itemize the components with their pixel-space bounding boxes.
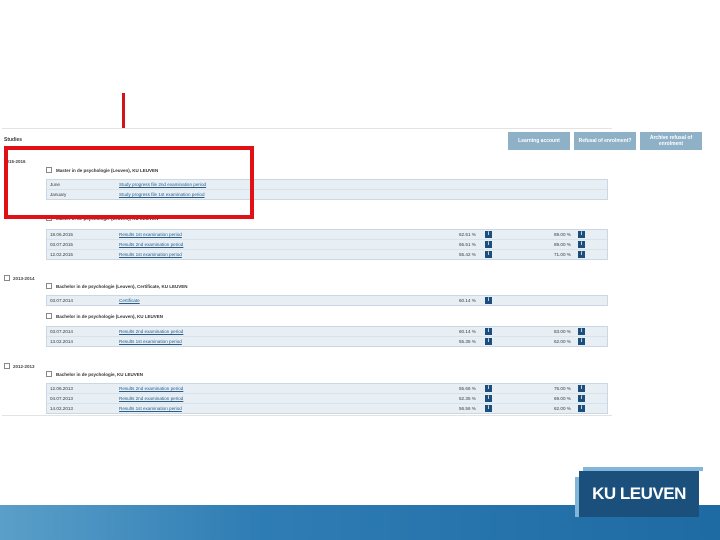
- table-row: 03.07.2014 Certificate 60.14 % i: [47, 296, 607, 305]
- row-credits-percentage: 89.00 %: [554, 242, 571, 247]
- programme-name: Bachelor in de psychologie, KU LEUVEN: [56, 371, 144, 377]
- row-percentage: 52.35 %: [459, 396, 476, 401]
- table-row: 13.02.2014 Results 1st examination perio…: [47, 337, 607, 346]
- row-credits-percentage: 89.00 %: [554, 232, 571, 237]
- info-icon[interactable]: i: [578, 231, 585, 238]
- refusal-of-enrolment-button[interactable]: Refusal of enrolment?: [574, 132, 636, 150]
- info-icon[interactable]: i: [485, 241, 492, 248]
- row-date: 14.02.2013: [50, 406, 73, 411]
- info-icon[interactable]: i: [485, 385, 492, 392]
- row-date: 13.02.2014: [50, 339, 73, 344]
- collapse-toggle-icon[interactable]: [46, 283, 52, 289]
- info-icon[interactable]: i: [485, 251, 492, 258]
- row-percentage: 60.14 %: [459, 298, 476, 303]
- info-icon[interactable]: i: [578, 385, 585, 392]
- results-table: 03.07.2014 Certificate 60.14 % i: [46, 295, 608, 306]
- table-row: 14.02.2013 Results 1st examination perio…: [47, 404, 607, 413]
- row-credits-percentage: 62.00 %: [554, 406, 571, 411]
- row-credits-percentage: 83.00 %: [554, 329, 571, 334]
- row-date: 03.07.2015: [50, 242, 73, 247]
- table-row: 03.07.2015 Results 2nd examination perio…: [47, 240, 607, 250]
- info-icon[interactable]: i: [485, 328, 492, 335]
- programme-header[interactable]: Bachelor in de psychologie (Leuven), Cer…: [46, 283, 188, 289]
- info-icon[interactable]: i: [485, 338, 492, 345]
- table-row: 03.07.2014 Results 2nd examination perio…: [47, 327, 607, 337]
- row-percentage: 55.35 %: [459, 339, 476, 344]
- info-icon[interactable]: i: [485, 405, 492, 412]
- collapse-toggle-icon[interactable]: [4, 363, 10, 369]
- info-icon[interactable]: i: [578, 241, 585, 248]
- arrow-shaft: [122, 93, 125, 133]
- row-percentage: 55.66 %: [459, 386, 476, 391]
- row-link[interactable]: Results 2nd examination period: [119, 386, 183, 391]
- row-percentage: 65.51 %: [459, 242, 476, 247]
- results-table: 12.06.2013 Results 2nd examination perio…: [46, 383, 608, 414]
- info-icon[interactable]: i: [578, 328, 585, 335]
- info-icon[interactable]: i: [485, 395, 492, 402]
- learning-account-button[interactable]: Learning account: [508, 132, 570, 150]
- year-label: 2013-2014: [13, 275, 35, 281]
- info-icon[interactable]: i: [578, 395, 585, 402]
- row-link[interactable]: Certificate: [119, 298, 140, 303]
- row-percentage: 62.51 %: [459, 232, 476, 237]
- collapse-toggle-icon[interactable]: [4, 275, 10, 281]
- table-row: 18.06.2015 Results 1st examination perio…: [47, 230, 607, 240]
- row-link[interactable]: Results 2nd examination period: [119, 242, 183, 247]
- programme-name: Bachelor in de psychologie (Leuven), KU …: [56, 313, 164, 319]
- row-date: 04.07.2013: [50, 396, 73, 401]
- row-date: 12.02.2015: [50, 252, 73, 257]
- row-link[interactable]: Results 1st examination period: [119, 339, 182, 344]
- row-percentage: 55.42 %: [459, 252, 476, 257]
- year-header[interactable]: 2013-2014: [4, 275, 35, 281]
- row-percentage: 60.14 %: [459, 329, 476, 334]
- year-label: 2012-2013: [13, 363, 35, 369]
- collapse-toggle-icon[interactable]: [46, 313, 52, 319]
- table-row: 12.02.2015 Results 1st examination perio…: [47, 250, 607, 259]
- row-credits-percentage: 71.00 %: [554, 252, 571, 257]
- table-row: 04.07.2013 Results 2nd examination perio…: [47, 394, 607, 404]
- row-credits-percentage: 69.00 %: [554, 396, 571, 401]
- programme-name: Bachelor in de psychologie (Leuven), Cer…: [56, 283, 188, 289]
- archive-refusal-button[interactable]: Archive refusal of enrolment: [640, 132, 702, 150]
- row-date: 03.07.2014: [50, 329, 73, 334]
- studies-heading: Studies: [4, 137, 23, 143]
- row-date: 03.07.2014: [50, 298, 73, 303]
- row-percentage: 56.56 %: [459, 406, 476, 411]
- info-icon[interactable]: i: [578, 405, 585, 412]
- table-row: 12.06.2013 Results 2nd examination perio…: [47, 384, 607, 394]
- info-icon[interactable]: i: [485, 297, 492, 304]
- ku-leuven-logo: KU LEUVEN: [575, 467, 703, 517]
- row-credits-percentage: 76.00 %: [554, 386, 571, 391]
- results-table: 18.06.2015 Results 1st examination perio…: [46, 229, 608, 260]
- row-link[interactable]: Results 2nd examination period: [119, 329, 183, 334]
- info-icon[interactable]: i: [578, 338, 585, 345]
- info-icon[interactable]: i: [485, 231, 492, 238]
- row-link[interactable]: Results 1st examination period: [119, 232, 182, 237]
- row-link[interactable]: Results 2nd examination period: [119, 396, 183, 401]
- row-link[interactable]: Results 1st examination period: [119, 252, 182, 257]
- row-credits-percentage: 62.00 %: [554, 339, 571, 344]
- info-icon[interactable]: i: [578, 251, 585, 258]
- programme-header[interactable]: Bachelor in de psychologie, KU LEUVEN: [46, 371, 143, 377]
- year-header[interactable]: 2012-2013: [4, 363, 35, 369]
- row-link[interactable]: Results 1st examination period: [119, 406, 182, 411]
- logo-text: KU LEUVEN: [592, 484, 686, 503]
- programme-header[interactable]: Bachelor in de psychologie (Leuven), KU …: [46, 313, 163, 319]
- results-table: 03.07.2014 Results 2nd examination perio…: [46, 326, 608, 347]
- highlight-box: [4, 146, 254, 219]
- row-date: 18.06.2015: [50, 232, 73, 237]
- collapse-toggle-icon[interactable]: [46, 371, 52, 377]
- row-date: 12.06.2013: [50, 386, 73, 391]
